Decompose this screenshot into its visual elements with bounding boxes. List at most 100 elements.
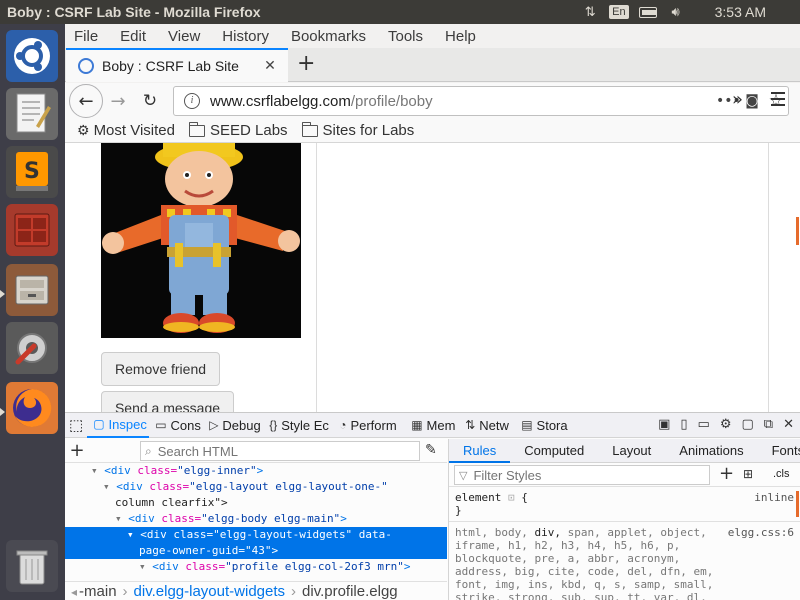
search-html-input[interactable] [157,443,398,459]
url-bar[interactable]: i www.csrflabelgg.com/profile/boby ••• ◙… [173,86,789,116]
back-button[interactable]: ← [69,84,103,118]
menu-file[interactable]: File [74,28,98,45]
markup-node-selected[interactable]: ▾ <div class="elgg-layout-widgets" data- [65,527,447,543]
markup-node[interactable]: ▾ <div class="elgg-layout elgg-layout-on… [65,479,447,495]
tab-computed[interactable]: Computed [510,439,598,463]
tab-performance[interactable]: ◔ Perform [333,413,405,438]
rule-source-link[interactable]: elgg.css:6 [728,526,794,539]
breadcrumb-item[interactable]: -main [79,583,117,600]
overflow-menu-icon[interactable]: » [732,89,743,110]
markup-node-selected[interactable]: page-owner-guid="43"> [65,543,447,559]
expand-triangle-icon[interactable]: ▾ [115,512,128,525]
site-info-icon[interactable]: i [184,93,200,109]
filter-styles-box[interactable]: ▽ [454,465,710,485]
markup-view[interactable]: ▾ <div class="elgg-inner"> ▾ <div class="… [65,463,447,580]
class-toggle-button[interactable]: .cls [773,468,790,480]
add-rule-button[interactable]: + [719,463,734,484]
tab-style-editor[interactable]: {} Style Ec [263,413,333,438]
stylesheet-rule[interactable]: elgg.css:6 html, body, div, span, applet… [449,522,800,600]
menu-help[interactable]: Help [445,28,476,45]
battery-icon[interactable] [638,4,657,20]
markup-node[interactable]: ▾ <div class="elgg-body elgg-main"> [65,511,447,527]
tab-label: Cons [170,417,201,433]
scratchpad-icon[interactable]: ▯ [680,417,687,432]
selector: strike, [455,591,508,600]
settings-gear-icon[interactable]: ⚙ [720,417,732,432]
menu-edit[interactable]: Edit [120,28,146,45]
text-editor-icon[interactable] [6,88,58,140]
filter-styles-input[interactable] [473,467,694,483]
hamburger-menu-icon[interactable] [771,92,785,106]
bookmark-sites-for-labs[interactable]: Sites for Labs [301,121,414,139]
column-border [768,143,769,412]
close-devtools-icon[interactable]: ✕ [783,417,794,432]
element-picker-icon[interactable]: ⬚ [65,413,87,438]
breadcrumb-item-selected[interactable]: div.elgg-layout-widgets [134,583,285,600]
dock-side-icon[interactable]: ▢ [742,417,754,432]
tab-animations[interactable]: Animations [665,439,757,463]
top-panel: Boby : CSRF Lab Site - Mozilla Firefox ⇅… [0,0,800,24]
element-rule[interactable]: inline element ⊡ { } [449,487,800,522]
pocket-icon[interactable]: ◙ [740,93,764,109]
filter-styles-row: ▽ + ⊞ .cls [449,463,800,487]
eyedropper-icon[interactable]: ✎ [425,442,437,458]
filter-icon: ▽ [459,468,468,482]
node-icon: ⊡ [507,491,515,504]
forward-button[interactable]: → [101,84,135,118]
chevron-right-icon: › [122,583,128,600]
bookmark-most-visited[interactable]: ⚙ Most Visited [77,122,175,139]
close-tab-icon[interactable]: ✕ [262,58,278,74]
menu-history[interactable]: History [222,28,269,45]
tab-storage[interactable]: ▤ Stora [515,413,569,438]
expand-triangle-icon[interactable]: ▾ [103,480,116,493]
pseudo-class-toggle-icon[interactable]: ⊞ [743,467,753,481]
send-message-button[interactable]: Send a message [101,391,234,412]
tab-inspector[interactable]: ▢ Inspec [87,413,150,438]
volume-icon[interactable]: 🔊︎ [667,4,685,20]
reload-button[interactable]: ↻ [133,84,167,118]
tab-console[interactable]: ▭ Cons [149,413,203,438]
tab-network[interactable]: ⇅ Netw [459,413,515,438]
markup-node[interactable]: ▾ <div class="profile elgg-col-2of3 mrn"… [65,559,447,575]
menu-tools[interactable]: Tools [388,28,423,45]
expand-triangle-icon[interactable]: ▾ [139,560,152,573]
tab-active[interactable]: Boby : CSRF Lab Site ✕ [66,48,288,82]
keyboard-layout-indicator[interactable]: En [609,5,629,19]
tab-memory[interactable]: ▦ Mem [405,413,459,438]
add-node-button[interactable]: + [65,440,89,461]
firefox-icon[interactable] [6,382,58,434]
rules-scrollbar-thumb[interactable] [796,491,799,517]
bookmark-seed-labs[interactable]: SEED Labs [189,121,288,139]
selector: pre, [534,552,568,565]
menu-bookmarks[interactable]: Bookmarks [291,28,366,45]
menu-view[interactable]: View [168,28,200,45]
responsive-design-icon[interactable]: ▭ [698,417,710,432]
new-tab-button[interactable]: + [297,53,315,75]
remove-friend-button[interactable]: Remove friend [101,352,220,386]
markup-tag: <div [116,480,143,493]
tab-fonts[interactable]: Fonts [758,439,800,463]
expand-triangle-icon[interactable]: ▾ [91,464,104,477]
terminal-emulator-icon[interactable] [6,204,58,256]
sublime-text-icon[interactable]: S [6,146,58,198]
url-host: www.csrflabelgg.com [210,92,351,110]
page-scrollbar-thumb[interactable] [796,217,799,245]
breadcrumb-scroll-left-icon[interactable]: ◂ [71,585,77,599]
trash-icon[interactable] [6,540,58,592]
system-settings-icon[interactable] [6,322,58,374]
search-html-box[interactable]: ⌕ [140,441,420,461]
tab-debugger[interactable]: ▷ Debug [203,413,263,438]
breadcrumb-item[interactable]: div.profile.elgg [302,583,398,600]
tab-layout[interactable]: Layout [598,439,665,463]
dock-window-icon[interactable]: ⧉ [764,417,773,432]
markup-node[interactable]: column clearfix"> [65,495,447,511]
url-text[interactable]: www.csrflabelgg.com/profile/boby [210,93,716,110]
expand-triangle-icon[interactable]: ▾ [127,528,140,541]
split-console-icon[interactable]: ▣ [658,417,670,432]
ubuntu-dash-icon[interactable] [6,30,58,82]
clock[interactable]: 3:53 AM [715,4,766,20]
tab-rules[interactable]: Rules [449,439,511,463]
markup-node[interactable]: ▾ <div class="elgg-inner"> [65,463,447,479]
file-manager-icon[interactable] [6,264,58,316]
network-arrows-icon[interactable]: ⇅ [581,4,599,20]
